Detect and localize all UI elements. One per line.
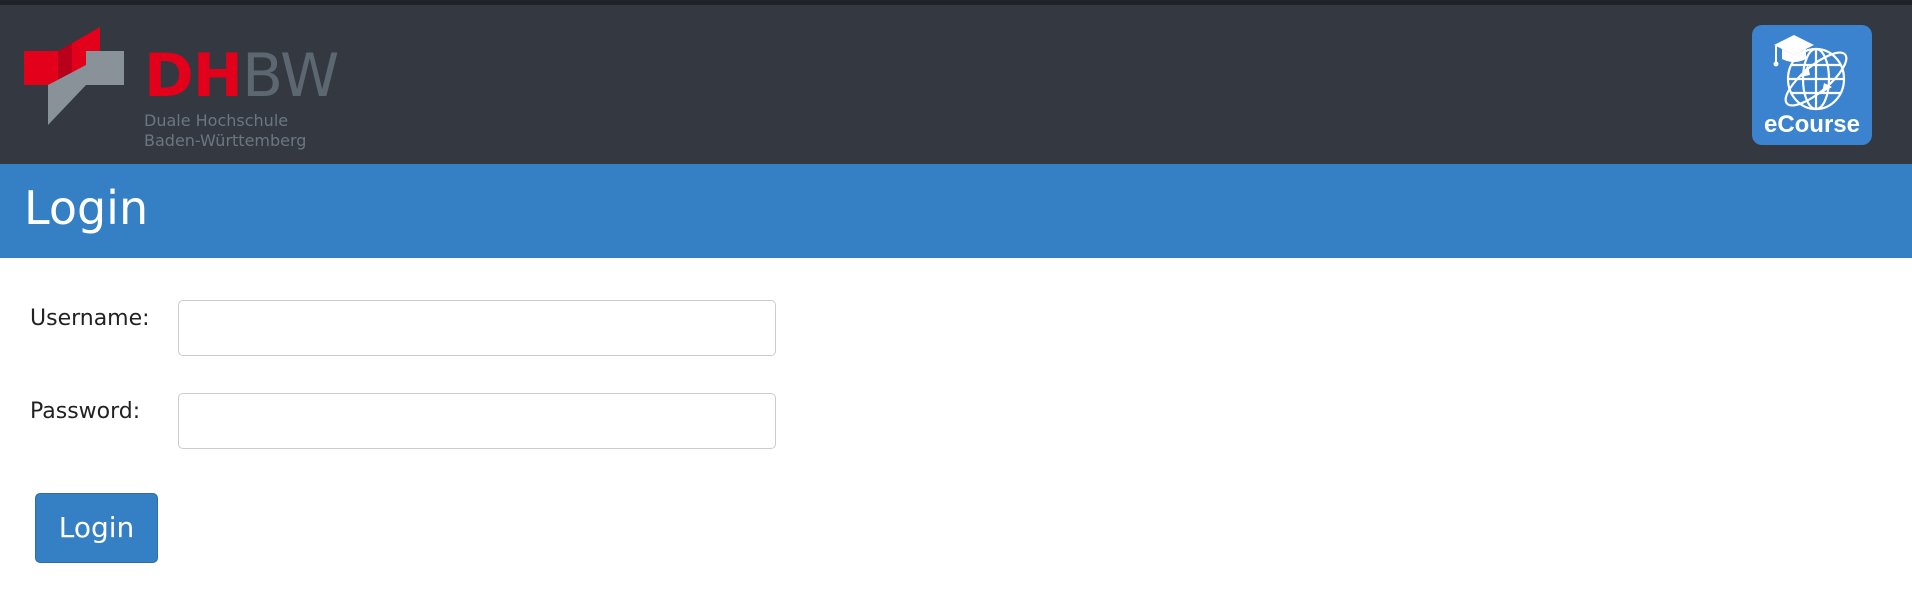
login-button[interactable]: Login — [35, 493, 158, 563]
logo-subtitle-line1: Duale Hochschule — [144, 111, 289, 130]
password-label: Password: — [30, 399, 141, 424]
username-label: Username: — [30, 306, 150, 331]
page-title: Login — [24, 181, 149, 235]
graduation-globe-icon — [1773, 35, 1848, 111]
username-input[interactable] — [178, 300, 776, 356]
dhbw-logo-mark-icon — [24, 27, 124, 125]
logo-wordmark: DHBW — [144, 45, 339, 107]
logo-subtitle: Duale Hochschule Baden-Württemberg — [144, 111, 306, 151]
dhbw-logo[interactable]: DHBW Duale Hochschule Baden-Württemberg — [24, 25, 339, 151]
logo-word-bw: BW — [242, 41, 339, 111]
logo-subtitle-line2: Baden-Württemberg — [144, 131, 307, 150]
page-title-bar: Login — [0, 164, 1912, 258]
logo-word-dh: DH — [144, 41, 243, 111]
ecourse-label: eCourse — [1763, 111, 1861, 138]
site-header: DHBW Duale Hochschule Baden-Württemberg — [0, 5, 1912, 164]
ecourse-badge[interactable]: eCourse — [1752, 25, 1872, 145]
password-input[interactable] — [178, 393, 776, 449]
